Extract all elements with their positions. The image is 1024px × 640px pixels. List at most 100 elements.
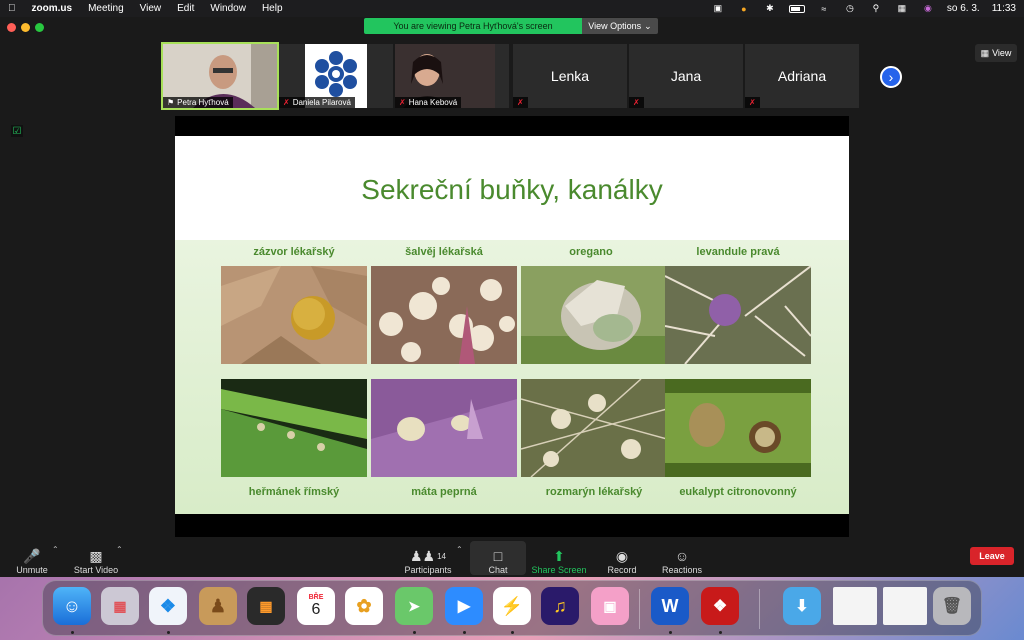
calculator-icon[interactable]: ▦ bbox=[247, 587, 285, 625]
participants-chevron-icon[interactable]: ⌃ bbox=[456, 545, 463, 554]
search-icon[interactable]: ⚲ bbox=[869, 3, 883, 14]
muted-mic-icon: ✗ bbox=[283, 98, 290, 107]
muted-indicator: ✗ bbox=[629, 97, 644, 108]
downloads-folder-icon[interactable]: ⬇ bbox=[783, 587, 821, 625]
notification-dot-icon[interactable]: ● bbox=[737, 4, 751, 14]
control-center-icon[interactable]: ▦ bbox=[895, 3, 909, 14]
zoom-meeting-window: You are viewing Petra Hyťhová's screen V… bbox=[0, 17, 1024, 577]
encryption-shield-icon[interactable]: ☑ bbox=[11, 125, 23, 137]
menubar-time[interactable]: 11:33 bbox=[992, 3, 1016, 14]
record-label: Record bbox=[607, 565, 637, 575]
start-video-button[interactable]: ▩ Start Video bbox=[70, 541, 122, 576]
messenger-icon[interactable]: ⚡ bbox=[493, 587, 531, 625]
safari-icon[interactable]: ❖ bbox=[149, 587, 187, 625]
view-layout-button[interactable]: ▦ View bbox=[975, 44, 1017, 62]
calendar-icon[interactable]: BŘE 6 bbox=[297, 587, 335, 625]
meeting-toolbar: 🎤 Unmute ⌃ ▩ Start Video ⌃ ♟♟ 14 Particip… bbox=[0, 537, 1024, 577]
record-button[interactable]: ◉ Record bbox=[600, 541, 644, 576]
siri-icon[interactable]: ◉ bbox=[921, 3, 935, 14]
view-button-label: View bbox=[992, 48, 1012, 58]
participant-name-tag: ✗ Hana Kebová bbox=[395, 97, 462, 108]
battery-icon[interactable] bbox=[788, 4, 805, 13]
menubar-date[interactable]: so 6. 3. bbox=[947, 3, 980, 14]
video-options-chevron-icon[interactable]: ⌃ bbox=[116, 545, 123, 554]
sem-image-peppermint bbox=[371, 379, 517, 477]
zoom-status-icon[interactable]: ▣ bbox=[711, 3, 725, 14]
window-titlebar: You are viewing Petra Hyťhová's screen V… bbox=[0, 17, 1024, 37]
participant-tile[interactable]: ✗ Daniela Pilarová bbox=[279, 44, 393, 108]
reactions-button[interactable]: ☺ Reactions bbox=[658, 541, 706, 575]
menu-view[interactable]: View bbox=[140, 3, 162, 14]
next-page-button[interactable]: › bbox=[880, 66, 902, 88]
start-video-label: Start Video bbox=[73, 565, 119, 575]
chat-button[interactable]: □ Chat bbox=[470, 541, 526, 575]
view-options-button[interactable]: View Options ⌄ bbox=[582, 18, 658, 34]
minimize-window-button[interactable] bbox=[21, 23, 30, 32]
share-screen-button[interactable]: ⬆ Share Screen bbox=[530, 541, 588, 576]
running-indicator bbox=[167, 631, 170, 634]
participant-name-tag: ✗ Daniela Pilarová bbox=[279, 97, 355, 108]
zoom-app-icon[interactable]: ▶ bbox=[445, 587, 483, 625]
sem-image-ginger bbox=[221, 266, 367, 364]
caption-bottom-4: eukalypt citronovonný bbox=[679, 486, 797, 498]
wifi-icon[interactable]: ≈ bbox=[817, 4, 831, 14]
caption-top-1: zázvor lékařský bbox=[253, 246, 335, 258]
document-preview-icon[interactable] bbox=[833, 587, 877, 625]
document-preview-icon[interactable] bbox=[883, 587, 927, 625]
acrobat-icon[interactable]: ❖ bbox=[701, 587, 739, 625]
running-indicator bbox=[463, 631, 466, 634]
caption-bottom-3: rozmarýn lékařský bbox=[545, 486, 643, 498]
launchpad-icon[interactable]: ▦ bbox=[101, 587, 139, 625]
video-off-icon: ▩ bbox=[89, 547, 103, 564]
chat-bubble-icon: □ bbox=[493, 548, 503, 564]
participant-name: Jana bbox=[670, 68, 702, 84]
window-controls bbox=[7, 23, 44, 32]
menu-app-name[interactable]: zoom.us bbox=[32, 3, 73, 14]
dock-separator bbox=[639, 589, 640, 629]
record-icon: ◉ bbox=[615, 547, 629, 564]
maps-icon[interactable]: ➤ bbox=[395, 587, 433, 625]
finder-icon[interactable]: ☺ bbox=[53, 587, 91, 625]
muted-mic-icon: ✗ bbox=[399, 98, 406, 107]
muted-mic-icon: 🎤 bbox=[23, 547, 41, 564]
menu-meeting[interactable]: Meeting bbox=[88, 3, 124, 14]
participant-tile[interactable]: ⚑ Petra Hyťhová bbox=[161, 42, 279, 110]
trash-icon[interactable]: 🗑 bbox=[933, 587, 971, 625]
close-window-button[interactable] bbox=[7, 23, 16, 32]
menu-window[interactable]: Window bbox=[210, 3, 246, 14]
participant-tile[interactable]: Jana ✗ bbox=[629, 44, 743, 108]
audio-options-chevron-icon[interactable]: ⌃ bbox=[52, 545, 59, 554]
running-indicator bbox=[71, 631, 74, 634]
apple-icon[interactable]:  bbox=[8, 3, 16, 14]
macos-dock: ☺ ▦ ❖ ♟ ▦ BŘE 6 ✿ ➤ ▶ ⚡ ♫ ▣ W ❖ ⬇ 🗑 bbox=[42, 580, 982, 636]
participant-tile[interactable]: ✗ Hana Kebová bbox=[395, 44, 509, 108]
participant-tile[interactable]: Lenka ✗ bbox=[513, 44, 627, 108]
reactions-label: Reactions bbox=[661, 565, 703, 575]
participant-tile[interactable]: Adriana ✗ bbox=[745, 44, 859, 108]
time-machine-icon[interactable]: ◷ bbox=[843, 3, 857, 14]
contacts-icon[interactable]: ♟ bbox=[199, 587, 237, 625]
photos-icon[interactable]: ✿ bbox=[345, 587, 383, 625]
cleanmymac-icon[interactable]: ▣ bbox=[591, 587, 629, 625]
menu-help[interactable]: Help bbox=[262, 3, 283, 14]
participants-button[interactable]: ♟♟ 14 Participants bbox=[402, 541, 454, 576]
calendar-month: BŘE bbox=[308, 593, 324, 601]
dock-separator bbox=[759, 589, 760, 629]
leave-button[interactable]: Leave bbox=[970, 547, 1014, 565]
presentation-slide: Sekreční buňky, kanálky zázvor lékařský … bbox=[175, 136, 849, 514]
unmute-label: Unmute bbox=[16, 565, 48, 575]
bluetooth-icon[interactable]: ✱ bbox=[763, 3, 777, 14]
muted-indicator: ✗ bbox=[513, 97, 528, 108]
word-icon[interactable]: W bbox=[651, 587, 689, 625]
share-screen-icon: ⬆ bbox=[553, 547, 565, 564]
menu-edit[interactable]: Edit bbox=[177, 3, 194, 14]
share-screen-label: Share Screen bbox=[531, 565, 587, 575]
unmute-button[interactable]: 🎤 Unmute bbox=[12, 541, 52, 576]
audacity-icon[interactable]: ♫ bbox=[541, 587, 579, 625]
fullscreen-window-button[interactable] bbox=[35, 23, 44, 32]
caption-top-3: oregano bbox=[569, 246, 613, 258]
viewing-screen-banner: You are viewing Petra Hyťhová's screen bbox=[364, 18, 582, 34]
participants-label: Participants bbox=[404, 565, 452, 575]
muted-mic-icon: ✗ bbox=[517, 98, 524, 107]
running-indicator bbox=[511, 631, 514, 634]
